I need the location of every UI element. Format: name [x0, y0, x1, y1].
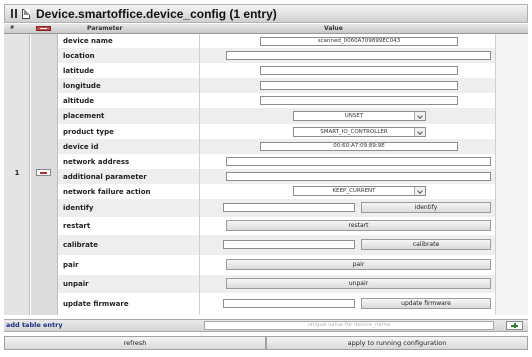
label-device-name: device name [63, 37, 113, 45]
row-product-type: product type SMART_IO_CONTROLLER [58, 124, 495, 139]
label-update-firmware: update firmware [63, 300, 129, 308]
refresh-button[interactable]: refresh [4, 336, 266, 350]
row-latitude: latitude [58, 63, 495, 78]
identify-input[interactable] [223, 203, 355, 212]
placement-select[interactable]: UNSET [293, 111, 426, 121]
pause-icon[interactable] [11, 9, 17, 18]
apply-button[interactable]: apply to running configuration [266, 336, 528, 350]
row-identify: identify identify [58, 199, 495, 217]
network-address-input[interactable] [226, 157, 491, 166]
device-id-input[interactable]: 00:60:A7:09:89:9E [260, 142, 458, 151]
chevron-down-icon[interactable] [414, 187, 425, 195]
product-type-select[interactable]: SMART_IO_CONTROLLER [293, 127, 426, 137]
network-failure-action-value: KEEP_CURRENT [332, 188, 376, 194]
label-restart: restart [63, 222, 91, 230]
location-input[interactable] [226, 51, 491, 60]
row-pair: pair pair [58, 255, 495, 275]
add-entry-button[interactable] [506, 321, 523, 330]
label-altitude: altitude [63, 96, 94, 105]
add-entry-row: add table entry unique value for device_… [4, 319, 528, 332]
identify-button[interactable]: identify [361, 202, 491, 213]
row-restart: restart restart [58, 217, 495, 235]
restart-button[interactable]: restart [226, 220, 491, 231]
row-placement: placement UNSET [58, 108, 495, 124]
label-calibrate: calibrate [63, 241, 98, 249]
unique-value-input[interactable]: unique value for device_name [204, 321, 494, 330]
row-location: location [58, 48, 495, 63]
table-header: # Parameter Value [4, 24, 528, 34]
remove-column [31, 34, 58, 315]
label-additional-parameter: additional parameter [63, 172, 147, 181]
header-index: # [10, 25, 15, 31]
label-unpair: unpair [63, 280, 89, 288]
row-network-failure-action: network failure action KEEP_CURRENT [58, 184, 495, 199]
additional-parameter-input[interactable] [226, 172, 491, 181]
label-placement: placement [63, 112, 105, 120]
altitude-input[interactable] [260, 96, 458, 105]
document-icon [22, 8, 30, 19]
remove-entry-button[interactable] [36, 169, 51, 176]
label-product-type: product type [63, 127, 114, 136]
header-parameter: Parameter [87, 25, 123, 32]
footer-bar: refresh apply to running configuration [4, 336, 528, 350]
row-index: 1 [14, 169, 20, 177]
app-window: Device.smartoffice.device_config (1 entr… [0, 0, 532, 357]
label-network-address: network address [63, 157, 130, 166]
row-calibrate: calibrate calibrate [58, 235, 495, 255]
label-identify: identify [63, 204, 94, 212]
row-altitude: altitude [58, 93, 495, 108]
row-update-firmware: update firmware update firmware [58, 293, 495, 315]
label-pair: pair [63, 261, 79, 269]
update-firmware-button[interactable]: update firmware [361, 298, 491, 309]
row-longitude: longitude [58, 78, 495, 93]
unpair-button[interactable]: unpair [226, 278, 491, 289]
parameter-table: device name scanned_0060A709899EC043 loc… [58, 34, 495, 315]
label-network-failure-action: network failure action [63, 187, 151, 196]
longitude-input[interactable] [260, 81, 458, 90]
label-longitude: longitude [63, 81, 101, 90]
update-firmware-input[interactable] [223, 299, 355, 308]
network-failure-action-select[interactable]: KEEP_CURRENT [293, 186, 426, 196]
label-device-id: device id [63, 142, 99, 151]
product-type-value: SMART_IO_CONTROLLER [320, 129, 388, 135]
placement-value: UNSET [344, 113, 364, 119]
row-device-id: device id 00:60:A7:09:89:9E [58, 139, 495, 154]
latitude-input[interactable] [260, 66, 458, 75]
row-device-name: device name scanned_0060A709899EC043 [58, 34, 495, 48]
header-value: Value [324, 25, 343, 32]
row-unpair: unpair unpair [58, 275, 495, 293]
device-name-input[interactable]: scanned_0060A709899EC043 [260, 37, 458, 46]
pair-button[interactable]: pair [226, 259, 491, 270]
title-bar: Device.smartoffice.device_config (1 entr… [4, 4, 528, 23]
row-network-address: network address [58, 154, 495, 169]
chevron-down-icon[interactable] [414, 112, 425, 120]
window-title: Device.smartoffice.device_config (1 entr… [36, 6, 277, 21]
add-entry-label: add table entry [6, 321, 63, 329]
index-column: 1 [4, 34, 30, 315]
row-additional-parameter: additional parameter [58, 169, 495, 184]
calibrate-button[interactable]: calibrate [361, 239, 491, 250]
header-remove-all-icon[interactable] [36, 26, 51, 31]
label-location: location [63, 51, 95, 60]
chevron-down-icon[interactable] [414, 128, 425, 136]
calibrate-input[interactable] [223, 240, 355, 249]
table-right-margin [495, 34, 528, 315]
label-latitude: latitude [63, 66, 94, 75]
